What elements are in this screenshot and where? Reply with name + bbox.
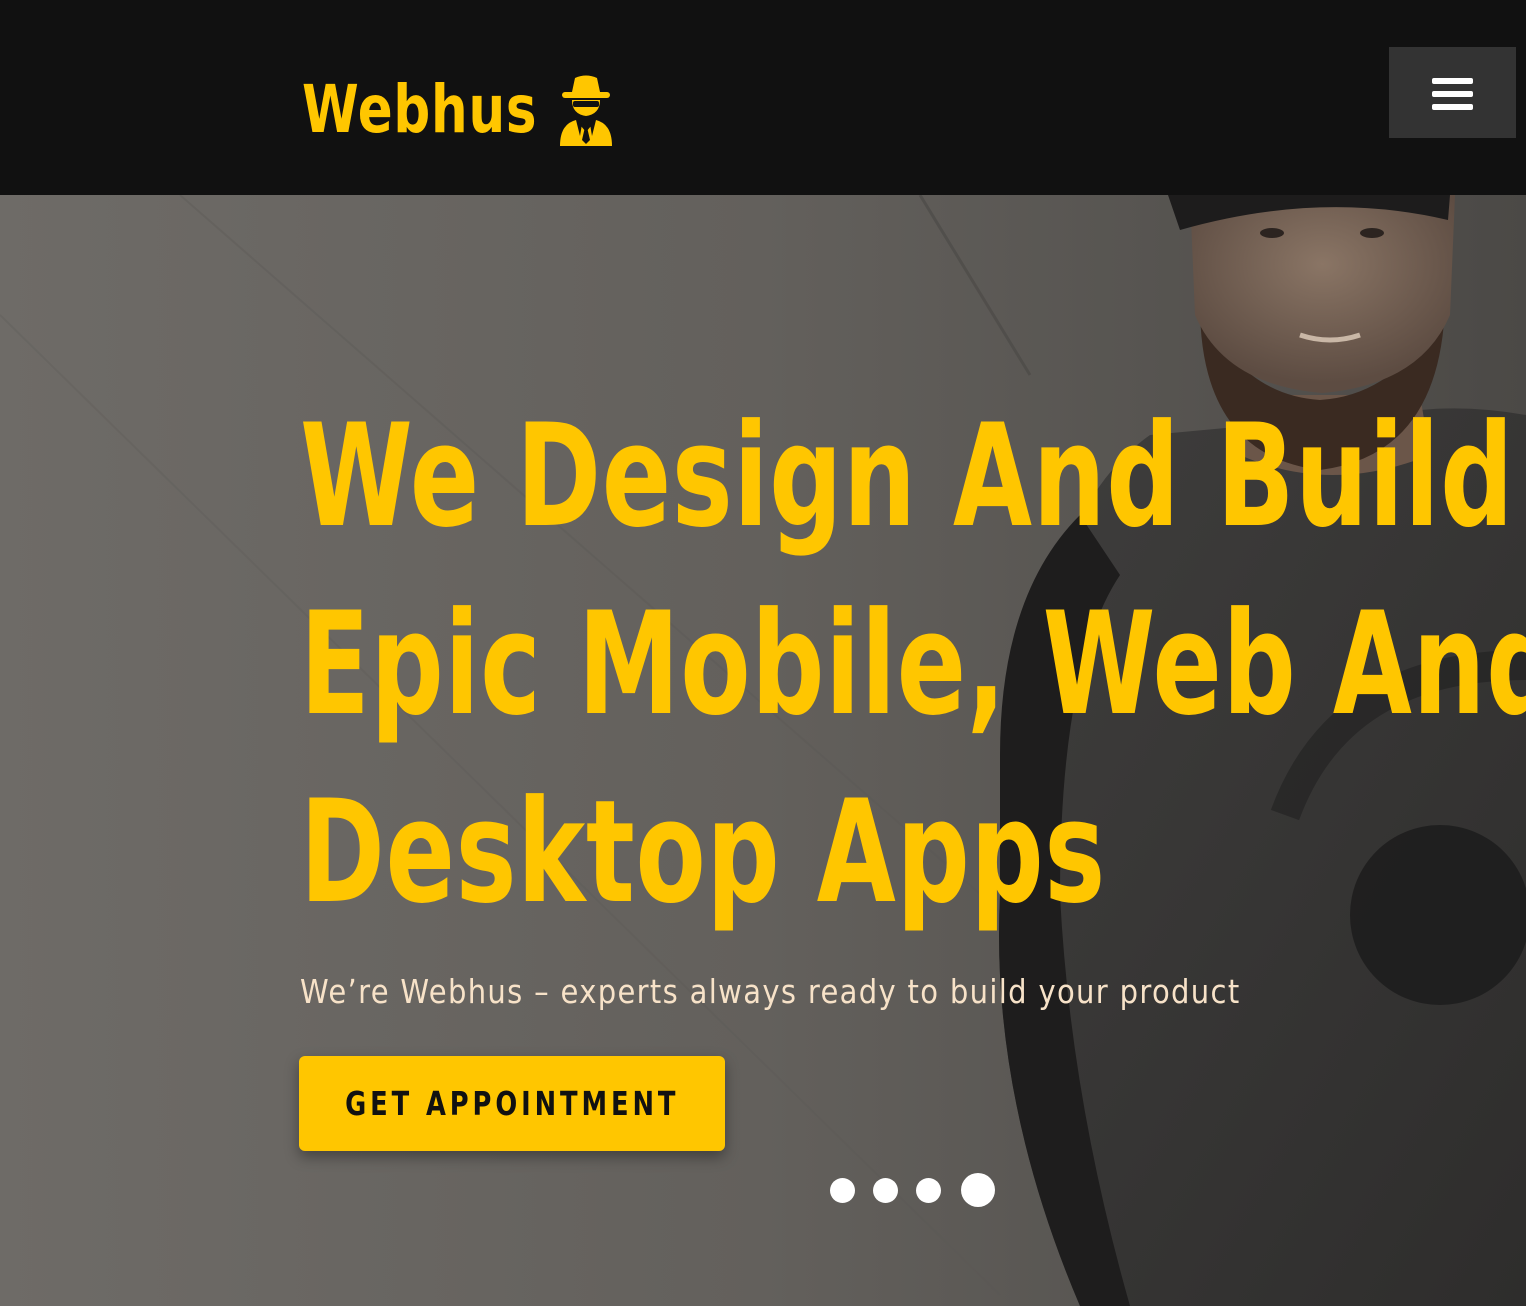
menu-toggle-button[interactable] — [1389, 47, 1516, 138]
get-appointment-label: GET APPOINTMENT — [344, 1084, 680, 1123]
hamburger-menu-icon-bar — [1432, 91, 1473, 97]
hero-section: We Design And Build Epic Mobile, Web And… — [0, 195, 1526, 1306]
hero-title-line: Desktop Apps — [300, 770, 1106, 935]
spy-icon — [560, 75, 612, 146]
hamburger-menu-icon-bar — [1432, 104, 1473, 110]
get-appointment-button[interactable]: GET APPOINTMENT — [299, 1056, 725, 1151]
hamburger-menu-icon — [1432, 78, 1473, 84]
site-logo[interactable]: Webhus — [302, 68, 616, 152]
hero-title-line: We Design And Build — [300, 394, 1515, 559]
hero-title: We Design And Build Epic Mobile, Web And… — [300, 383, 1526, 947]
logo-text: Webhus — [302, 71, 538, 148]
slider-pagination — [830, 1173, 995, 1207]
slider-dot-1[interactable] — [830, 1177, 855, 1203]
slider-dot-2[interactable] — [873, 1177, 898, 1203]
hero-subtitle: We’re Webhus – experts always ready to b… — [300, 972, 1241, 1011]
hero-title-line: Epic Mobile, Web And — [300, 582, 1526, 747]
site-header: Webhus — [0, 0, 1526, 195]
slider-dot-3[interactable] — [916, 1177, 941, 1203]
slider-dot-4-active[interactable] — [961, 1173, 995, 1207]
